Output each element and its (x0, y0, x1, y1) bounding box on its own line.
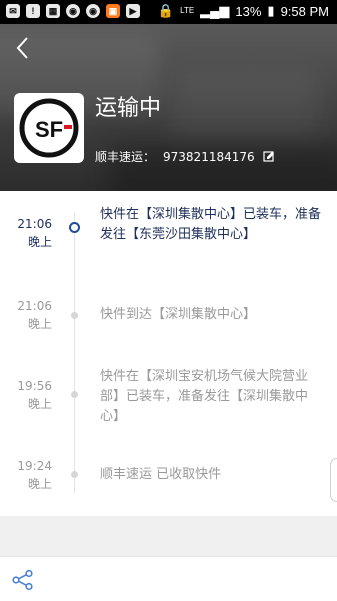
entry-time: 19:56 晚上 (8, 379, 52, 412)
status-bar: ✉ ! ▦ ◉ ◉ ▣ ▶ 🔒 LTE ▂▄▆ 13% ▮ 9:58 PM (0, 0, 337, 24)
side-drawer-handle[interactable] (330, 458, 337, 502)
entry-description: 快件在【深圳集散中心】已装车，准备发往【东莞沙田集散中心】 (100, 207, 322, 242)
svg-text:SF: SF (35, 117, 63, 142)
share-button[interactable] (12, 569, 34, 591)
status-bar-right: 🔒 LTE ▂▄▆ 13% ▮ 9:58 PM (158, 3, 329, 19)
entry-time-value: 21:06 (17, 217, 52, 231)
weibo-icon-2: ◉ (86, 4, 100, 18)
entry-time: 21:06 晚上 (8, 217, 52, 250)
timeline-dot (71, 391, 78, 398)
entry-description: 顺丰速运 已收取快件 (100, 467, 222, 482)
entry-time-period: 晚上 (27, 477, 52, 491)
tracking-timeline: 21:06 晚上 快件在【深圳集散中心】已装车，准备发往【东莞沙田集散中心】 2… (0, 191, 337, 516)
tracking-number[interactable]: 973821184176 (163, 150, 255, 164)
timeline-dot (71, 471, 78, 478)
tracking-header: SF 运输中 顺丰速运： 973821184176 (0, 24, 337, 191)
edit-icon[interactable] (263, 150, 275, 163)
entry-time: 21:06 晚上 (8, 299, 52, 332)
content-divider (0, 516, 337, 556)
share-icon (12, 569, 33, 591)
shipment-status-title: 运输中 (95, 96, 162, 121)
weibo-icon: ◉ (66, 4, 80, 18)
entry-time-value: 21:06 (17, 299, 52, 313)
app-orange-icon: ▣ (106, 4, 120, 18)
entry-description: 快件在【深圳宝安机场气候大院营业部】已装车，准备发往【深圳集散中心】 (100, 369, 309, 424)
battery-percent: 13% (235, 3, 262, 19)
back-arrow-icon (16, 37, 28, 59)
lock-icon: 🔒 (157, 3, 175, 18)
entry-description: 快件到达【深圳集散中心】 (100, 307, 257, 322)
entry-time-value: 19:56 (17, 379, 52, 393)
back-button[interactable] (12, 34, 36, 62)
alert-icon: ! (26, 4, 40, 18)
entry-time-period: 晚上 (27, 397, 52, 411)
clock-time: 9:58 PM (280, 3, 329, 19)
signal-icon: ▂▄▆ (200, 3, 230, 18)
timeline-line (74, 213, 75, 493)
entry-time-value: 19:24 (17, 459, 52, 473)
courier-name: 顺丰速运： (95, 150, 156, 164)
network-type: LTE (180, 6, 195, 15)
battery-icon: ▮ (267, 3, 275, 18)
timeline-dot-active (69, 222, 80, 233)
status-bar-icons-left: ✉ ! ▦ ◉ ◉ ▣ ▶ (6, 4, 140, 18)
entry-time-period: 晚上 (27, 317, 52, 331)
bottom-action-bar (0, 556, 337, 601)
mail-icon: ✉ (6, 4, 20, 18)
header-background-blur (170, 69, 320, 139)
sf-express-logo: SF (14, 93, 84, 163)
tracking-info: 顺丰速运： 973821184176 (95, 148, 275, 165)
entry-time-period: 晚上 (27, 235, 52, 249)
video-icon: ▶ (126, 4, 140, 18)
entry-time: 19:24 晚上 (8, 459, 52, 492)
timeline-dot (71, 312, 78, 319)
app-icon: ▦ (46, 4, 60, 18)
